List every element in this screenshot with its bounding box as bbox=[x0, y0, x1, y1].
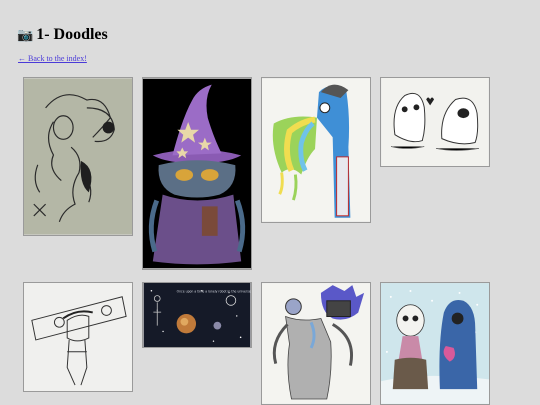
pillory-prisoner-sketch bbox=[24, 283, 132, 391]
gallery-thumb-wizard[interactable] bbox=[142, 77, 252, 270]
robot-creature bbox=[262, 283, 370, 404]
gallery-thumb-blue-creature[interactable] bbox=[261, 77, 371, 223]
wizard-doodle bbox=[143, 78, 251, 269]
page-title-text: 1- Doodles bbox=[36, 26, 108, 43]
blue-creature-rainbow-vomit bbox=[262, 78, 370, 222]
gallery-thumb-pillory-prisoner[interactable] bbox=[23, 282, 133, 392]
gallery-thumb-robot-creature[interactable] bbox=[261, 282, 371, 405]
camera-icon: 📷 bbox=[17, 28, 34, 43]
space-note-line-1: Once upon a time a lonely robot in the u… bbox=[177, 290, 251, 294]
gallery-thumb-hooded-figure[interactable] bbox=[23, 77, 133, 236]
gallery-thumb-two-monsters[interactable] bbox=[380, 282, 490, 405]
gallery-thumb-space-scene[interactable]: Once upon a time a lonely robot in the u… bbox=[142, 282, 252, 348]
two-ghosts-heart bbox=[381, 78, 489, 166]
two-monsters-snow bbox=[381, 283, 489, 404]
gallery-thumb-two-ghosts[interactable] bbox=[380, 77, 490, 167]
back-to-index-link[interactable]: ← Back to the index! bbox=[18, 54, 87, 63]
space-scene: Once upon a time a lonely robot in the u… bbox=[143, 283, 251, 347]
page-title: 📷 1- Doodles bbox=[17, 26, 108, 44]
hooded-figure-sketch bbox=[24, 78, 132, 235]
